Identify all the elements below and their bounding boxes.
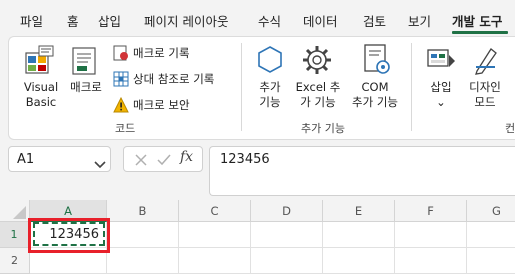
cell-e1[interactable] [323,222,395,248]
design-mode-label-2: 모드 [474,95,496,109]
row-header-2[interactable]: 2 [0,248,30,274]
tab-file[interactable]: 파일 [20,11,43,30]
name-box-value: A1 [17,152,35,167]
visual-basic-icon [23,44,57,80]
formula-buttons: fx [123,146,203,172]
controls-group-label: 컨 [505,122,515,135]
group-separator [411,43,412,131]
formula-value: 123456 [220,152,270,167]
name-box[interactable]: A1 [8,146,111,172]
tab-developer[interactable]: 개발 도구 [452,11,502,30]
ribbon-tab-strip: 파일 홈 삽입 페이지 레이아웃 수식 데이터 검토 보기 개발 도구 [0,0,515,36]
column-header-d[interactable]: D [251,200,323,222]
cell-f1[interactable] [395,222,467,248]
relative-reference-button[interactable]: 상대 참조로 기록 [133,72,214,87]
macro-security-button[interactable]: 매크로 보안 [133,98,190,113]
cell-c2[interactable] [179,248,251,274]
excel-window: 파일 홈 삽입 페이지 레이아웃 수식 데이터 검토 보기 개발 도구 Visu [0,0,515,274]
record-macro-button[interactable]: 매크로 기록 [133,46,190,61]
insert-controls-label: 삽입 [430,80,452,94]
enter-check-icon[interactable] [157,152,171,171]
column-header-f[interactable]: F [395,200,467,222]
code-group-label: 코드 [115,122,136,135]
chevron-down-icon[interactable] [94,155,106,174]
group-separator [241,43,242,131]
column-header-g[interactable]: G [467,200,515,222]
cell-g1[interactable] [467,222,515,248]
chevron-down-icon: ⌄ [436,95,446,109]
row-header-1[interactable]: 1 [0,222,30,248]
insert-controls-icon [425,45,457,79]
formula-input[interactable]: 123456 [209,146,515,196]
macro-security-warning-icon [113,96,129,117]
insert-controls-button[interactable]: 삽입 ⌄ [421,80,461,110]
visual-basic-label-1: Visual [23,80,59,94]
cell-d1[interactable] [251,222,323,248]
com-addins-button[interactable]: COM 추가 기능 [347,80,403,110]
macros-button[interactable]: 매크로 [66,80,106,95]
excel-addins-label-1: Excel 추 [295,80,341,94]
tab-review[interactable]: 검토 [363,11,386,30]
com-addins-label-1: COM [361,80,389,94]
tab-formulas[interactable]: 수식 [258,11,281,30]
macros-icon [69,45,101,81]
cell-f2[interactable] [395,248,467,274]
cell-b1[interactable] [107,222,179,248]
com-addins-icon [361,43,393,81]
cell-c1[interactable] [179,222,251,248]
design-mode-button[interactable]: 디자인 모드 [463,80,507,110]
tab-view[interactable]: 보기 [408,11,431,30]
cell-b2[interactable] [107,248,179,274]
addins-button[interactable]: 추가 기능 [249,80,291,110]
relative-reference-icon [113,71,129,91]
highlight-box [28,218,110,253]
select-all-corner[interactable] [0,200,30,222]
record-macro-icon [113,45,129,65]
column-header-e[interactable]: E [323,200,395,222]
visual-basic-label-2: Basic [25,95,57,109]
addins-label-1: 추가 [259,80,281,94]
column-header-b[interactable]: B [107,200,179,222]
addins-group-label: 추가 기능 [301,122,345,135]
tab-page-layout[interactable]: 페이지 레이아웃 [144,11,228,30]
cell-d2[interactable] [251,248,323,274]
com-addins-label-2: 추가 기능 [352,95,398,109]
cancel-icon[interactable] [134,152,148,171]
ribbon-panel: Visual Basic 매크로 매크로 기록 상대 참조로 기록 매크로 보안… [8,36,515,140]
visual-basic-button[interactable]: Visual Basic [19,80,63,110]
column-header-c[interactable]: C [179,200,251,222]
formula-bar: A1 fx 123456 [0,140,515,200]
tab-data[interactable]: 데이터 [303,11,338,30]
excel-addins-label-2: 가 기능 [300,95,336,109]
excel-addins-button[interactable]: Excel 추 가 기능 [293,80,343,110]
design-mode-label-1: 디자인 [469,80,501,94]
excel-addins-gear-icon [301,44,333,80]
cell-e2[interactable] [323,248,395,274]
insert-function-icon[interactable]: fx [180,149,193,165]
addins-icon [255,44,285,80]
tab-home[interactable]: 홈 [67,11,79,30]
cell-g2[interactable] [467,248,515,274]
design-mode-icon [471,45,501,79]
tab-insert[interactable]: 삽입 [98,11,121,30]
addins-label-2: 기능 [259,95,281,109]
active-tab-indicator [452,31,508,34]
